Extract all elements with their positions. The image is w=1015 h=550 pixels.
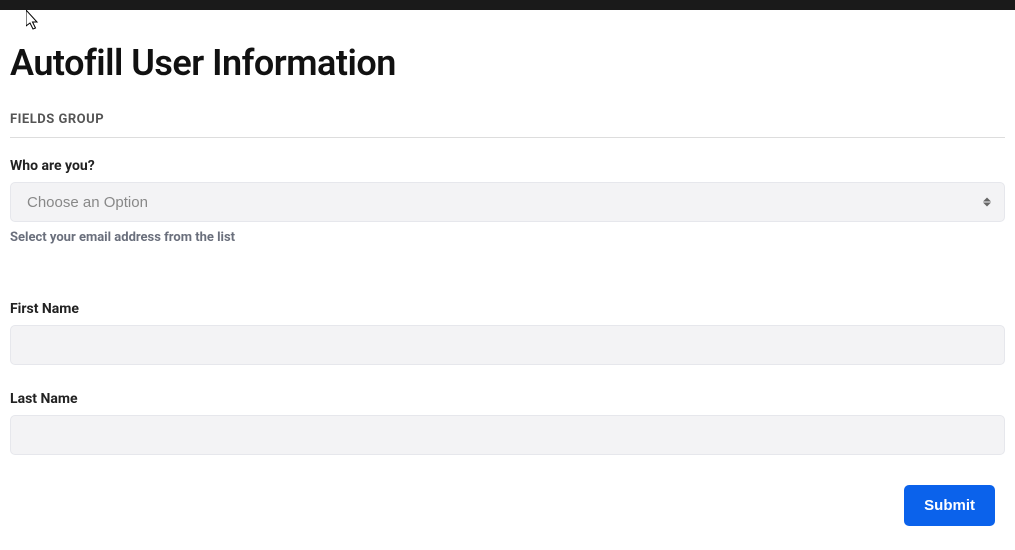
who-are-you-label: Who are you?: [10, 158, 1005, 174]
top-bar: [0, 0, 1015, 10]
last-name-input[interactable]: [10, 415, 1005, 455]
submit-button[interactable]: Submit: [904, 485, 995, 526]
section-header: FIELDS GROUP: [10, 112, 1005, 127]
first-name-field: First Name: [10, 301, 1005, 365]
who-help-text: Select your email address from the list: [10, 230, 1005, 245]
last-name-field: Last Name: [10, 391, 1005, 455]
first-name-input[interactable]: [10, 325, 1005, 365]
first-name-label: First Name: [10, 301, 1005, 317]
page-title: Autofill User Information: [10, 42, 1005, 84]
who-are-you-select[interactable]: Choose an Option: [10, 182, 1005, 222]
last-name-label: Last Name: [10, 391, 1005, 407]
divider: [10, 137, 1005, 138]
who-are-you-field: Who are you? Choose an Option Select you…: [10, 158, 1005, 245]
